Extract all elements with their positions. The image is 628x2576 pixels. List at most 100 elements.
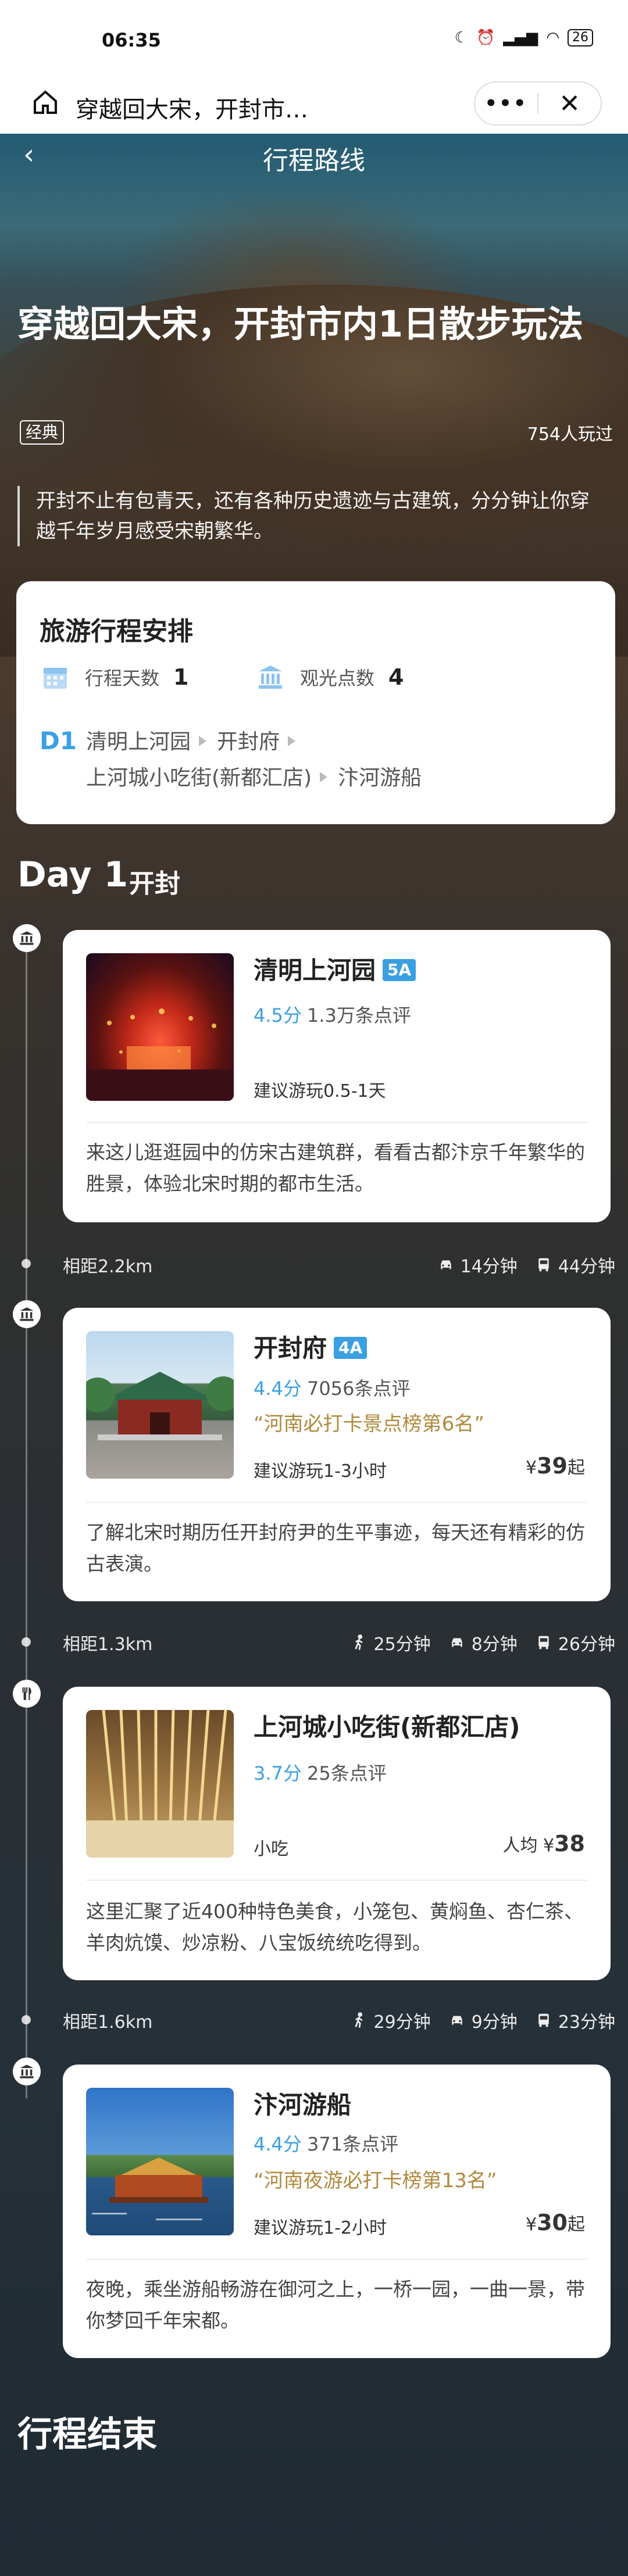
bus-time: 23分钟 (558, 2012, 615, 2033)
bus-icon (538, 1258, 549, 1272)
poi-score: 4.4分 (254, 1378, 302, 1400)
divider (86, 1122, 587, 1123)
timeline-dot (22, 1259, 31, 1268)
day-city: 开封 (129, 869, 180, 899)
poi-rank[interactable]: “河南夜游必打卡榜第13名” (254, 2164, 497, 2193)
poi-category: 小吃 (254, 1839, 288, 1859)
distance-row: 相距1.6km 29分钟 9分钟 23分钟 (63, 2005, 615, 2034)
route-stop[interactable]: 开封府 (217, 730, 280, 754)
route-stop[interactable]: 清明上河园 (86, 730, 191, 754)
played-count: 754人玩过 (527, 424, 613, 445)
poi-score: 4.4分 (254, 2133, 302, 2155)
timeline-line (26, 924, 27, 2098)
poi-price: ¥30起 (526, 2210, 585, 2235)
nav-header: ‹ 行程路线 (0, 134, 628, 180)
more-button[interactable]: ••• (475, 92, 537, 115)
timeline-dot (22, 1637, 31, 1647)
poi-photo (86, 1710, 234, 1858)
poi-photo (86, 1331, 234, 1479)
day-title: Day 1 (17, 854, 129, 895)
poi-score: 3.7分 (254, 1762, 302, 1784)
walk-time: 29分钟 (373, 2012, 431, 2033)
timeline-dot (22, 2015, 31, 2024)
landmark-icon (255, 661, 286, 693)
classic-tag: 经典 (20, 420, 65, 445)
poi-photo (86, 2088, 234, 2235)
route-stop[interactable]: 上河城小吃街(新都汇店) (86, 766, 312, 790)
header-title: 行程路线 (263, 146, 365, 176)
poi-suggested-time: 建议游玩1-2小时 (254, 2218, 387, 2238)
alarm-icon: ⏰ (476, 29, 495, 46)
itinerary-intro: 开封不止有包青天，还有各种历史遗迹与古建筑，分分钟让你穿越千年岁月感受宋朝繁华。 (17, 486, 605, 546)
days-value: 1 (173, 664, 189, 690)
bus-icon (538, 1636, 549, 1650)
route-stop[interactable]: 汴河游船 (338, 766, 422, 790)
poi-suggested-time: 建议游玩0.5-1天 (254, 1081, 386, 1101)
divider (86, 2259, 587, 2260)
poi-card[interactable]: 开封府 4A 4.4分 7056条点评 “河南必打卡景点榜第6名” 建议游玩1-3… (63, 1308, 611, 1601)
home-icon[interactable] (29, 88, 62, 121)
close-button[interactable]: ✕ (538, 89, 601, 119)
route-summary: 清明上河园 开封府 上河城小吃街(新都汇店) 汴河游船 (86, 724, 598, 796)
spots-value: 4 (388, 664, 404, 690)
restaurant-icon (13, 1680, 41, 1708)
car-time: 8分钟 (471, 1634, 518, 1655)
poi-reviews[interactable]: 371条点评 (307, 2130, 398, 2156)
poi-score: 4.5分 (254, 1004, 302, 1026)
hero-image (0, 134, 628, 657)
wifi-icon: ◠ (546, 29, 559, 46)
poi-description: 这里汇聚了近400种特色美食，小笼包、黄焖鱼、杏仁茶、羊肉炕馍、炒凉粉、八宝饭统… (86, 1900, 583, 1954)
level-badge: 5A (383, 959, 416, 981)
poi-description: 来这儿逛逛园中的仿宋古建筑群，看看古都汴京千年繁华的胜景，体验北宋时期的都市生活… (86, 1141, 585, 1195)
poi-price: ¥39起 (526, 1453, 585, 1479)
car-icon (451, 2016, 462, 2025)
poi-name: 清明上河园 5A (254, 951, 416, 986)
capsule-menu: ••• ✕ (474, 81, 602, 126)
distance-value: 相距2.2km (63, 1257, 153, 1277)
poi-reviews[interactable]: 7056条点评 (307, 1374, 410, 1401)
poi-description: 夜晚，乘坐游船畅游在御河之上，一桥一园，一曲一景，带你梦回千年宋都。 (86, 2278, 585, 2332)
poi-reviews[interactable]: 1.3万条点评 (307, 1001, 411, 1028)
distance-value: 相距1.6km (63, 2012, 153, 2033)
spots-stat: 观光点数 4 (255, 661, 404, 693)
poi-name: 开封府 4A (254, 1329, 367, 1364)
bus-time: 44分钟 (558, 1257, 615, 1277)
bus-time: 26分钟 (558, 1634, 615, 1655)
divider (86, 1502, 587, 1503)
moon-icon: ☾ (454, 29, 468, 46)
itinerary-end: 行程结束 (17, 2414, 157, 2455)
poi-rank[interactable]: “河南必打卡景点榜第6名” (254, 1408, 484, 1436)
spots-label: 观光点数 (300, 667, 375, 689)
itinerary-title: 穿越回大宋，开封市内1日散步玩法 (17, 303, 584, 345)
distance-row: 相距2.2km 14分钟 44分钟 (63, 1250, 615, 1279)
car-icon (440, 1260, 451, 1269)
level-badge: 4A (334, 1337, 367, 1359)
browser-bar: 穿越回大宋，开封市… ••• ✕ (0, 76, 628, 134)
walk-time: 25分钟 (373, 1634, 431, 1655)
car-time: 9分钟 (471, 2012, 518, 2033)
days-label: 行程天数 (85, 667, 160, 689)
walk-icon (354, 2012, 363, 2028)
poi-reviews[interactable]: 25条点评 (307, 1759, 387, 1786)
car-icon (451, 1638, 462, 1647)
divider (86, 1880, 587, 1881)
poi-card[interactable]: 上河城小吃街(新都汇店) 3.7分 25条点评 小吃 人均 ¥38 这里汇聚了近… (63, 1687, 611, 1980)
walk-icon (354, 1634, 363, 1650)
poi-card[interactable]: 清明上河园 5A 4.5分 1.3万条点评 建议游玩0.5-1天 来这儿逛逛园中的… (63, 930, 611, 1222)
calendar-icon (40, 661, 71, 693)
bus-icon (538, 2013, 549, 2027)
poi-photo (86, 953, 234, 1101)
museum-icon (13, 1300, 41, 1328)
status-bar: 06:35 ☾ ⏰ ▂▄▆ ◠ 26 (0, 0, 628, 76)
poi-name: 上河城小吃街(新都汇店) (254, 1713, 520, 1741)
days-stat: 行程天数 1 (40, 661, 188, 693)
signal-icon: ▂▄▆ (503, 29, 538, 46)
status-time: 06:35 (102, 29, 161, 51)
overview-card: 旅游行程安排 行程天数 1 观光点数 4 D1 清明上河园 开封府 上河城小吃街(… (16, 581, 615, 824)
poi-card[interactable]: 汴河游船 4.4分 371条点评 “河南夜游必打卡榜第13名” 建议游玩1-2小… (63, 2065, 611, 2358)
poi-name: 汴河游船 (254, 2091, 352, 2119)
poi-suggested-time: 建议游玩1-3小时 (254, 1461, 387, 1482)
distance-row: 相距1.3km 25分钟 8分钟 26分钟 (63, 1627, 615, 1656)
poi-description: 了解北宋时期历任开封府尹的生平事迹，每天还有精彩的仿古表演。 (86, 1521, 585, 1575)
poi-price: 人均 ¥38 (502, 1831, 585, 1856)
